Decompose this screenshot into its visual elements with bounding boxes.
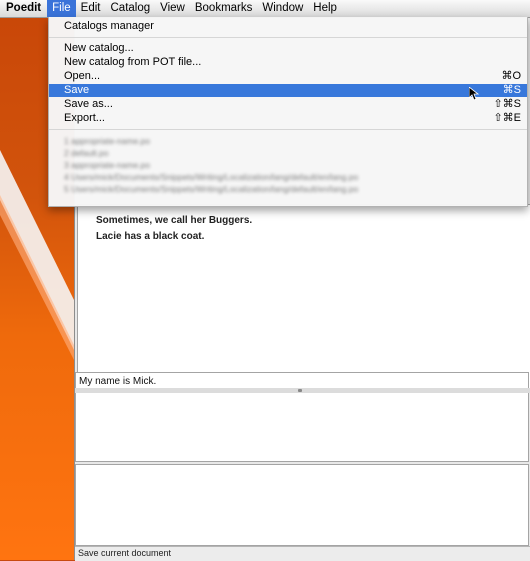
menu-item-open[interactable]: Open... ⌘O [49, 70, 527, 83]
source-line: Sometimes, we call her Buggers. [96, 215, 253, 226]
menu-item-new-catalog-from-pot[interactable]: New catalog from POT file... [49, 56, 527, 69]
pane-splitter[interactable] [75, 388, 530, 393]
recent-file-item[interactable]: 4 Users/mick/Documents/Snippets/Writing/… [64, 172, 358, 182]
menu-window[interactable]: Window [257, 0, 308, 17]
menu-item-catalogs-manager[interactable]: Catalogs manager [49, 20, 527, 33]
source-text-pane[interactable]: Sometimes, we call her Buggers. Lacie ha… [77, 204, 530, 390]
menu-item-label: New catalog... [64, 42, 134, 54]
comment-pane[interactable] [75, 464, 529, 546]
mouse-pointer-icon [469, 87, 479, 101]
menu-item-label: Catalogs manager [64, 20, 154, 32]
menu-help[interactable]: Help [308, 0, 342, 17]
menu-item-shortcut: ⌘S [502, 84, 521, 96]
menu-item-save-as[interactable]: Save as... ⇧⌘S [49, 98, 527, 111]
menu-item-label: Open... [64, 70, 101, 82]
recent-file-item[interactable]: 3 appropriate-name.po [64, 160, 150, 170]
recent-file-item[interactable]: 5 Users/mick/Documents/Snippets/Writing/… [64, 184, 358, 194]
translation-pane[interactable]: My name is Mick. [75, 372, 529, 462]
menu-bar: Poedit File Edit Catalog View Bookmarks … [0, 0, 530, 18]
menu-separator [49, 37, 527, 38]
menu-file[interactable]: File [47, 0, 76, 17]
recent-file-item[interactable]: 1 appropriate-name.po [64, 136, 150, 146]
menu-item-label: Save [64, 84, 90, 96]
menu-edit[interactable]: Edit [76, 0, 106, 17]
menu-view[interactable]: View [155, 0, 190, 17]
menu-catalog[interactable]: Catalog [106, 0, 156, 17]
menu-poedit[interactable]: Poedit [0, 0, 47, 17]
menu-item-label: New catalog from POT file... [64, 56, 202, 68]
menu-item-shortcut: ⌘O [501, 70, 521, 82]
status-bar: Save current document [75, 546, 530, 561]
status-text: Save current document [78, 548, 172, 558]
file-menu-dropdown: Catalogs manager New catalog... New cata… [48, 17, 528, 207]
menu-separator [49, 129, 527, 130]
menu-item-label: Export... [64, 112, 105, 124]
recent-file-item[interactable]: 2 default.po [64, 148, 108, 158]
source-line: Lacie has a black coat. [96, 231, 205, 242]
splitter-handle[interactable] [298, 389, 302, 392]
menu-item-export[interactable]: Export... ⇧⌘E [49, 112, 527, 125]
menu-item-new-catalog[interactable]: New catalog... [49, 42, 527, 55]
menu-item-shortcut: ⇧⌘E [493, 112, 521, 124]
menu-item-save[interactable]: Save ⌘S [49, 84, 527, 97]
menu-item-label: Save as... [64, 98, 113, 110]
translation-text: My name is Mick. [79, 376, 157, 387]
menu-bookmarks[interactable]: Bookmarks [190, 0, 258, 17]
menu-item-shortcut: ⇧⌘S [493, 98, 521, 110]
